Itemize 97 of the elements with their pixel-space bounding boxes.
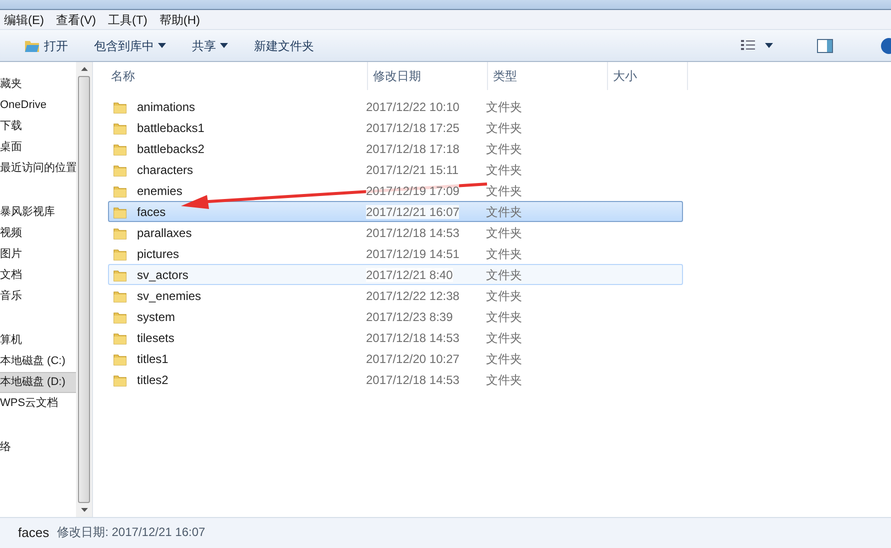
modified-date: 2017/12/23 8:39 bbox=[366, 310, 453, 324]
folder-icon bbox=[113, 120, 127, 134]
file-name: pictures bbox=[137, 246, 180, 262]
toolbar-button[interactable]: 共享 bbox=[192, 36, 228, 54]
toolbar-button[interactable]: 打开 bbox=[24, 36, 68, 54]
file-name: system bbox=[137, 308, 176, 326]
scrollbar-thumb[interactable] bbox=[78, 76, 90, 504]
folder-icon bbox=[113, 352, 127, 366]
file-name: animations bbox=[137, 98, 196, 116]
sidebar-item[interactable]: 本地磁盘 (D:) bbox=[0, 372, 76, 393]
file-row[interactable]: titles2 2017/12/18 14:53 文件夹 bbox=[108, 369, 683, 390]
file-type: 文件夹 bbox=[486, 182, 522, 200]
modified-date: 2017/12/18 14:53 bbox=[366, 372, 460, 386]
modified-date: 2017/12/19 17:09 bbox=[366, 184, 460, 198]
file-row[interactable]: faces 2017/12/21 16:07 文件夹 bbox=[108, 201, 683, 222]
file-type: 文件夹 bbox=[486, 308, 522, 326]
file-row[interactable]: sv_actors 2017/12/21 8:40 文件夹 bbox=[108, 264, 683, 285]
toolbar-button[interactable]: 新建文件夹 bbox=[254, 36, 314, 54]
folder-icon bbox=[113, 246, 127, 260]
file-name: battlebacks1 bbox=[137, 120, 204, 136]
folder-icon bbox=[113, 142, 127, 156]
file-row[interactable]: sv_enemies 2017/12/22 12:38 文件夹 bbox=[108, 285, 683, 306]
file-name: sv_enemies bbox=[137, 288, 202, 304]
file-name: parallaxes bbox=[137, 224, 192, 242]
toolbar-button[interactable]: 包含到库中 bbox=[94, 36, 166, 54]
caret-icon bbox=[765, 43, 773, 48]
file-name: characters bbox=[137, 162, 194, 178]
file-row[interactable]: battlebacks2 2017/12/18 17:18 文件夹 bbox=[108, 138, 683, 159]
status-file-name: faces bbox=[18, 524, 50, 542]
menu-item[interactable]: 帮助(H) bbox=[153, 10, 206, 28]
file-row[interactable]: characters 2017/12/21 15:11 文件夹 bbox=[108, 159, 683, 180]
file-row[interactable]: tilesets 2017/12/18 14:53 文件夹 bbox=[108, 327, 683, 348]
file-row[interactable]: parallaxes 2017/12/18 14:53 文件夹 bbox=[108, 222, 683, 243]
folder-icon bbox=[113, 330, 127, 344]
folder-icon bbox=[113, 372, 127, 386]
file-name: sv_actors bbox=[137, 266, 188, 284]
caret-icon bbox=[158, 43, 166, 48]
modified-date: 2017/12/22 12:38 bbox=[366, 288, 460, 302]
file-type: 文件夹 bbox=[486, 350, 522, 368]
view-options-button[interactable] bbox=[741, 40, 773, 51]
modified-date: 2017/12/18 14:53 bbox=[366, 330, 460, 344]
file-type: 文件夹 bbox=[486, 288, 522, 304]
modified-date: 2017/12/20 10:27 bbox=[366, 352, 460, 366]
file-name: tilesets bbox=[137, 330, 174, 346]
file-row[interactable]: enemies 2017/12/19 17:09 文件夹 bbox=[108, 180, 683, 201]
list-view-icon bbox=[741, 40, 755, 51]
help-icon[interactable] bbox=[879, 38, 891, 54]
caret-icon bbox=[220, 43, 228, 48]
menu-item[interactable]: 编辑(E) bbox=[0, 10, 50, 28]
file-type: 文件夹 bbox=[486, 98, 522, 116]
status-detail: 修改日期: 2017/12/21 16:07 bbox=[57, 524, 206, 541]
menu-item[interactable]: 查看(V) bbox=[50, 10, 102, 28]
modified-date: 2017/12/21 16:07 bbox=[366, 204, 460, 218]
file-type: 文件夹 bbox=[486, 266, 522, 284]
modified-date: 2017/12/19 14:51 bbox=[366, 246, 460, 260]
column-header[interactable]: 修改日期 bbox=[368, 62, 488, 90]
scroll-down-icon[interactable] bbox=[80, 508, 88, 512]
folder-icon bbox=[113, 268, 127, 282]
file-type: 文件夹 bbox=[486, 330, 522, 346]
column-header[interactable]: 类型 bbox=[488, 62, 608, 90]
file-type: 文件夹 bbox=[486, 140, 522, 158]
modified-date: 2017/12/21 15:11 bbox=[366, 162, 459, 176]
folder-icon bbox=[113, 204, 127, 218]
preview-pane-icon[interactable] bbox=[817, 38, 833, 52]
column-header[interactable]: 名称 bbox=[111, 62, 368, 90]
folder-icon bbox=[24, 38, 40, 52]
folder-icon bbox=[113, 184, 127, 198]
modified-date: 2017/12/21 8:40 bbox=[366, 268, 453, 282]
file-type: 文件夹 bbox=[486, 224, 522, 242]
file-name: battlebacks2 bbox=[137, 140, 204, 158]
folder-icon bbox=[113, 162, 127, 176]
file-type: 文件夹 bbox=[486, 204, 522, 220]
scrollbar[interactable] bbox=[76, 62, 92, 517]
modified-date: 2017/12/18 17:25 bbox=[366, 120, 460, 134]
modified-date: 2017/12/18 17:18 bbox=[366, 142, 460, 156]
file-type: 文件夹 bbox=[486, 120, 522, 136]
menu-item[interactable]: 工具(T) bbox=[102, 10, 154, 28]
file-row[interactable]: animations 2017/12/22 10:10 文件夹 bbox=[108, 96, 683, 117]
file-type: 文件夹 bbox=[486, 162, 522, 178]
file-name: enemies bbox=[137, 182, 182, 200]
file-name: titles2 bbox=[137, 372, 168, 388]
scroll-up-icon[interactable] bbox=[80, 67, 88, 71]
file-row[interactable]: system 2017/12/23 8:39 文件夹 bbox=[108, 306, 683, 327]
file-name: faces bbox=[137, 204, 166, 220]
file-row[interactable]: pictures 2017/12/19 14:51 文件夹 bbox=[108, 243, 683, 264]
folder-icon bbox=[113, 226, 127, 240]
modified-date: 2017/12/18 14:53 bbox=[366, 226, 460, 240]
file-row[interactable]: battlebacks1 2017/12/18 17:25 文件夹 bbox=[108, 117, 683, 138]
file-name: titles1 bbox=[137, 350, 168, 368]
file-row[interactable]: titles1 2017/12/20 10:27 文件夹 bbox=[108, 348, 683, 369]
file-type: 文件夹 bbox=[486, 246, 522, 262]
folder-icon bbox=[113, 310, 127, 324]
column-header[interactable]: 大小 bbox=[608, 62, 688, 90]
folder-icon bbox=[113, 288, 127, 302]
file-type: 文件夹 bbox=[486, 372, 522, 388]
folder-icon bbox=[113, 100, 127, 114]
modified-date: 2017/12/22 10:10 bbox=[366, 100, 460, 114]
